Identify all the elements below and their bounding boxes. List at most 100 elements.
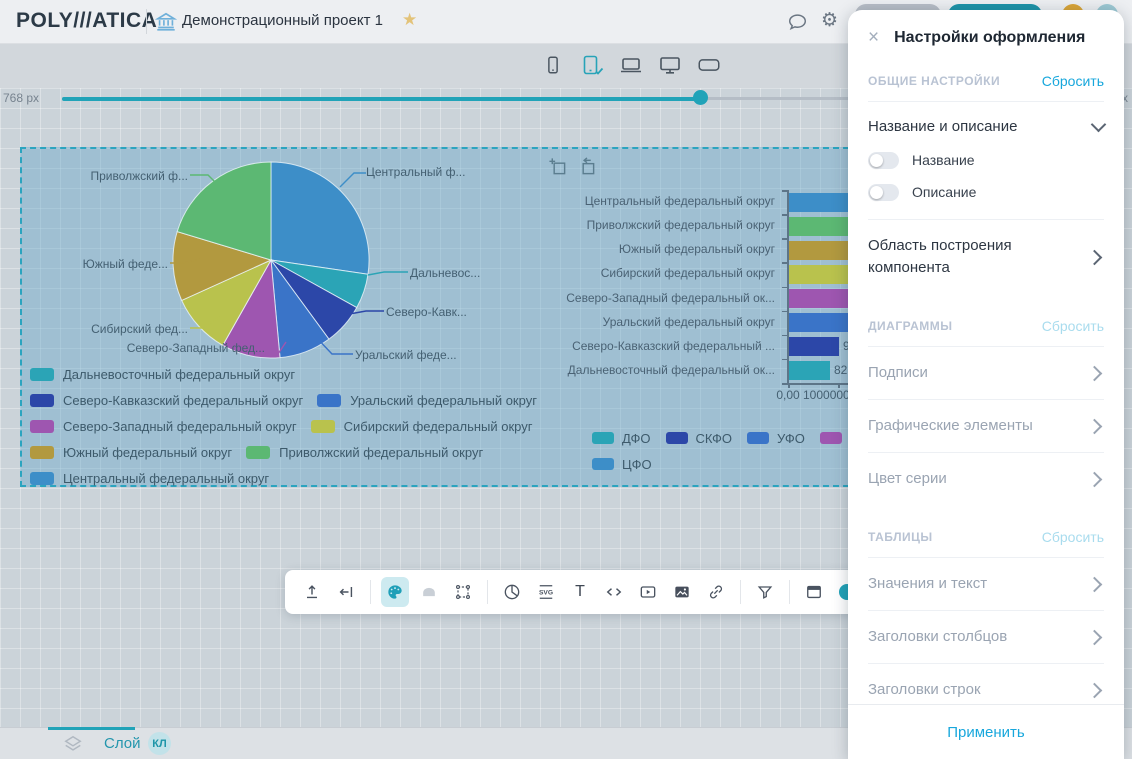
device-preview-toolbar <box>540 52 722 78</box>
device-tv-icon[interactable] <box>696 52 722 78</box>
pie-slice-0[interactable] <box>271 162 369 274</box>
bottom-toolbar: SVG T <box>285 570 865 614</box>
legend-item[interactable]: Дальневосточный федеральный округ <box>30 367 295 382</box>
legend-item[interactable]: СКФО <box>666 431 733 446</box>
section-tables: ТАБЛИЦЫ Сбросить <box>868 529 1104 557</box>
legend-item[interactable]: Северо-Кавказский федеральный округ <box>30 393 303 408</box>
chevron-right-icon <box>1087 576 1103 592</box>
build-area-row[interactable]: Область построения компонента <box>868 219 1104 294</box>
legend-item[interactable]: Центральный федеральный округ <box>30 471 269 486</box>
description-toggle[interactable] <box>868 184 899 201</box>
code-tool-button[interactable] <box>600 577 628 607</box>
legend-item[interactable]: ЦФО <box>592 457 652 472</box>
layer-badge[interactable]: КЛ <box>148 732 171 755</box>
chevron-right-icon <box>1087 682 1103 698</box>
transform-frame-button[interactable] <box>449 577 477 607</box>
diagrams-reset-link[interactable]: Сбросить <box>1042 318 1104 334</box>
legend-item[interactable]: УФО <box>747 431 805 446</box>
panel-menu-item[interactable]: Заголовки столбцов <box>868 610 1104 663</box>
legend-label: ЦФО <box>622 457 652 472</box>
bar-category-label: Дальневосточный федеральный ок... <box>568 363 775 377</box>
svg-tool-button[interactable]: SVG <box>532 577 560 607</box>
general-reset-link[interactable]: Сбросить <box>1042 73 1104 89</box>
apply-button[interactable]: Применить <box>941 723 1031 742</box>
panel-menu-item[interactable]: Подписи <box>868 346 1104 399</box>
pie-callout-label: Северо-Кавк... <box>386 305 467 319</box>
device-desktop-icon[interactable] <box>657 52 683 78</box>
project-title[interactable]: Демонстрационный проект 1 <box>182 12 383 29</box>
image-tool-button[interactable] <box>668 577 696 607</box>
panel-menu-item[interactable]: Цвет серии <box>868 452 1104 505</box>
legend-swatch <box>592 432 614 444</box>
text-tool-button[interactable]: T <box>566 577 594 607</box>
width-slider-handle[interactable] <box>693 90 708 105</box>
legend-item[interactable]: ДФО <box>592 431 651 446</box>
panel-menu-item-label: Цвет серии <box>868 468 1073 490</box>
legend-label: Сибирский федеральный округ <box>344 419 533 434</box>
name-toggle[interactable] <box>868 152 899 169</box>
chevron-right-icon <box>1087 418 1103 434</box>
toggle-row-description: Описание <box>868 177 1104 207</box>
logo-divider <box>146 9 147 34</box>
legend-item[interactable]: Северо-Западный федеральный округ <box>30 419 297 434</box>
palette-tool-button[interactable] <box>381 577 409 607</box>
layout-panel-tool-button[interactable] <box>800 577 828 607</box>
legend-swatch <box>30 394 54 407</box>
name-description-row[interactable]: Название и описание <box>868 101 1104 143</box>
close-icon[interactable]: × <box>868 28 879 47</box>
chevron-right-icon <box>1087 365 1103 381</box>
chevron-right-icon <box>1087 629 1103 645</box>
bar[interactable] <box>789 361 830 380</box>
pie-callout-label: Южный феде... <box>83 257 168 271</box>
legend-swatch <box>246 446 270 459</box>
legend-item[interactable]: Сибирский федеральный округ <box>311 419 533 434</box>
pie-chart-tool-button[interactable] <box>498 577 526 607</box>
tables-reset-link[interactable]: Сбросить <box>1042 529 1104 545</box>
collapse-left-button[interactable] <box>332 577 360 607</box>
layers-icon[interactable] <box>62 734 84 754</box>
legend-item[interactable]: Приволжский федеральный округ <box>246 445 483 460</box>
legend-swatch <box>311 420 335 433</box>
toolbar-divider <box>789 580 790 604</box>
panel-menu-item-label: Значения и текст <box>868 573 1073 595</box>
bar[interactable] <box>789 313 851 332</box>
legend-item[interactable]: Уральский федеральный округ <box>317 393 537 408</box>
section-tables-label: ТАБЛИЦЫ <box>868 530 933 544</box>
section-diagrams: ДИАГРАММЫ Сбросить <box>868 318 1104 346</box>
legend-item[interactable]: Южный федеральный округ <box>30 445 232 460</box>
active-tab-indicator <box>48 727 135 730</box>
legend-label: СКФО <box>696 431 733 446</box>
link-tool-button[interactable] <box>702 577 730 607</box>
panel-menu-item[interactable]: Заголовки строк <box>868 663 1104 705</box>
tab-layer[interactable]: Слой <box>104 735 140 752</box>
section-general-label: ОБЩИЕ НАСТРОЙКИ <box>868 74 1000 88</box>
bar-category-label: Северо-Кавказский федеральный ... <box>572 339 775 353</box>
bar-category-label: Центральный федеральный округ <box>585 194 775 208</box>
panel-menu-item-label: Заголовки столбцов <box>868 626 1073 648</box>
bar[interactable] <box>789 337 839 356</box>
chat-icon[interactable] <box>786 11 809 33</box>
project-bank-icon <box>155 11 177 33</box>
bar-category-label: Сибирский федеральный округ <box>601 266 775 280</box>
bar-category-label: Приволжский федеральный округ <box>587 218 775 232</box>
toggle-row-name: Название <box>868 145 1104 175</box>
duplicate-component-icon[interactable] <box>548 157 567 176</box>
favorite-star-icon[interactable]: ★ <box>402 10 417 30</box>
device-laptop-icon[interactable] <box>618 52 644 78</box>
video-tool-button[interactable] <box>634 577 662 607</box>
replace-component-icon[interactable] <box>577 157 596 176</box>
bar-y-axis <box>787 190 789 383</box>
device-phone-icon[interactable] <box>540 52 566 78</box>
container-tool-button[interactable] <box>415 577 443 607</box>
panel-menu-item[interactable]: Значения и текст <box>868 557 1104 610</box>
settings-gear-icon[interactable]: ⚙ <box>821 9 838 33</box>
legend-label: Северо-Кавказский федеральный округ <box>63 393 303 408</box>
toolbar-divider <box>370 580 371 604</box>
filter-tool-button[interactable] <box>751 577 779 607</box>
svg-text:SVG: SVG <box>539 589 553 596</box>
panel-menu-item[interactable]: Графические элементы <box>868 399 1104 452</box>
upload-button[interactable] <box>298 577 326 607</box>
device-tablet-icon-selected[interactable] <box>579 52 605 78</box>
panel-menu-item-label: Заголовки строк <box>868 679 1073 701</box>
legend-swatch <box>317 394 341 407</box>
